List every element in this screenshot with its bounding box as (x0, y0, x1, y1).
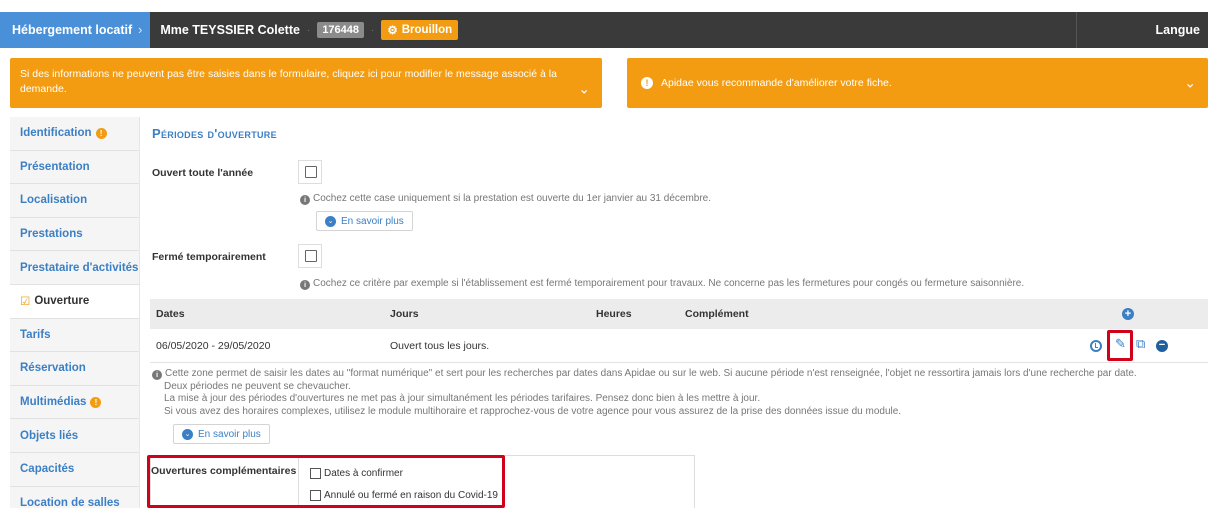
warning-icon: ! (90, 396, 102, 408)
sidebar-item-label: Prestataire d'activités (20, 261, 139, 274)
table-row: 06/05/2020 - 29/05/2020 Ouvert tous les … (150, 329, 1208, 363)
learn-more-label: En savoir plus (341, 215, 404, 227)
status-badge: ⚙ Brouillon (381, 20, 459, 40)
top-bar: Hébergement locatif › Mme TEYSSIER Colet… (0, 12, 1208, 48)
sidebar-item-label: Localisation (20, 194, 88, 207)
copy-icon[interactable]: ⧉ (1136, 337, 1148, 350)
edit-icon: ☑ (20, 296, 31, 309)
form-message-alert[interactable]: Si des informations ne peuvent pas être … (10, 58, 602, 108)
highlight-box (1107, 330, 1133, 361)
main-content: Périodes d'ouverture Ouvert toute l'anné… (139, 117, 1208, 508)
remove-period-icon[interactable]: − (1156, 340, 1168, 352)
column-header-complement: Complément (685, 308, 749, 320)
object-id-badge: 176448 (317, 22, 365, 38)
periods-help: i Cette zone permet de saisir les dates a… (152, 368, 1192, 418)
help-text: Deux périodes ne peuvent se chevaucher. (164, 380, 351, 392)
sidebar-item-label: Objets liés (20, 429, 79, 442)
sidebar-item-label: Tarifs (20, 328, 51, 341)
sidebar-item-label: Identification (20, 127, 92, 140)
language-menu[interactable]: Langue (1076, 12, 1208, 48)
warning-icon: ! (95, 127, 107, 139)
info-icon: i (300, 280, 310, 290)
breadcrumb-separator: · (306, 24, 311, 36)
info-icon: i (300, 195, 310, 205)
page-title: Périodes d'ouverture (152, 126, 277, 141)
breadcrumb-module[interactable]: Hébergement locatif › (0, 12, 151, 48)
recommendation-text: Apidae vous recommande d'améliorer votre… (661, 76, 892, 89)
chevron-down-circle-icon: ⌄ (182, 428, 193, 440)
sidebar-item-identification[interactable]: Identification ! (10, 117, 139, 151)
sidebar-item-location-salles[interactable]: Location de salles (10, 486, 139, 508)
breadcrumb-module-label: Hébergement locatif (12, 23, 133, 37)
learn-more-button[interactable]: ⌄ En savoir plus (173, 424, 270, 444)
sidebar-item-label: Capacités (20, 463, 75, 476)
sidebar-item-label: Réservation (20, 362, 86, 375)
sidebar-item-localisation[interactable]: Localisation (10, 184, 139, 218)
object-name: Mme TEYSSIER Colette (160, 23, 300, 37)
open-all-year-label: Ouvert toute l'année (152, 167, 254, 179)
add-period-icon[interactable]: + (1122, 308, 1134, 320)
sidebar-item-presentation[interactable]: Présentation (10, 150, 139, 185)
sidebar-item-ouverture[interactable]: ☑ Ouverture (10, 284, 139, 319)
help-text: Si vous avez des horaires complexes, uti… (164, 405, 902, 417)
periods-table-header: Dates Jours Heures Complément + (150, 299, 1208, 329)
open-all-year-help: i Cochez cette case uniquement si la pres… (300, 192, 711, 205)
sidebar-item-label: Multimédias (20, 396, 87, 409)
breadcrumb-separator: · (371, 24, 375, 36)
gear-icon: ⚙ (387, 25, 398, 37)
sidebar-item-capacites[interactable]: Capacités (10, 452, 139, 487)
help-text: Cochez ce critère par exemple si l'établ… (313, 278, 1025, 289)
sidebar-item-label: Présentation (20, 160, 90, 173)
help-text: Cette zone permet de saisir les dates au… (165, 368, 1137, 379)
sidebar: Identification ! Présentation Localisati… (10, 117, 139, 508)
sidebar-item-prestations[interactable]: Prestations (10, 217, 139, 252)
column-header-dates: Dates (156, 308, 185, 320)
sidebar-item-label: Location de salles (20, 496, 120, 508)
warning-icon: ! (641, 77, 653, 89)
sidebar-item-prestataire-activites[interactable]: Prestataire d'activités (10, 251, 139, 285)
help-text: Cochez cette case uniquement si la prest… (313, 193, 712, 204)
sidebar-item-tarifs[interactable]: Tarifs (10, 318, 139, 353)
sidebar-item-label: Prestations (20, 228, 83, 241)
cell-dates: 06/05/2020 - 29/05/2020 (156, 340, 271, 352)
sidebar-item-reservation[interactable]: Réservation (10, 352, 139, 386)
column-header-jours: Jours (390, 308, 419, 320)
column-header-heures: Heures (596, 308, 632, 320)
sidebar-item-objets-lies[interactable]: Objets liés (10, 419, 139, 453)
highlight-box (147, 455, 505, 508)
clock-icon[interactable] (1090, 340, 1102, 352)
sidebar-item-label: Ouverture (34, 295, 90, 308)
status-label: Brouillon (401, 24, 453, 36)
closed-temporarily-label: Fermé temporairement (152, 251, 266, 263)
chevron-down-icon[interactable]: ⌄ (1184, 75, 1196, 91)
closed-temporarily-checkbox[interactable] (305, 250, 317, 262)
help-text: La mise à jour des périodes d'ouvertures… (164, 393, 761, 405)
learn-more-label: En savoir plus (198, 428, 261, 440)
sidebar-item-multimedias[interactable]: Multimédias ! (10, 385, 139, 420)
learn-more-button[interactable]: ⌄ En savoir plus (316, 211, 413, 231)
closed-temporarily-help: i Cochez ce critère par exemple si l'étab… (300, 277, 1024, 290)
recommendation-alert[interactable]: ! Apidae vous recommande d'améliorer vot… (627, 58, 1208, 108)
info-icon: i (152, 370, 162, 380)
form-message-text: Si des informations ne peuvent pas être … (20, 68, 557, 95)
chevron-down-circle-icon: ⌄ (325, 215, 336, 227)
open-all-year-checkbox[interactable] (305, 166, 317, 178)
cell-jours: Ouvert tous les jours. (390, 340, 490, 352)
chevron-right-icon: › (138, 23, 143, 37)
chevron-down-icon[interactable]: ⌄ (578, 81, 590, 97)
